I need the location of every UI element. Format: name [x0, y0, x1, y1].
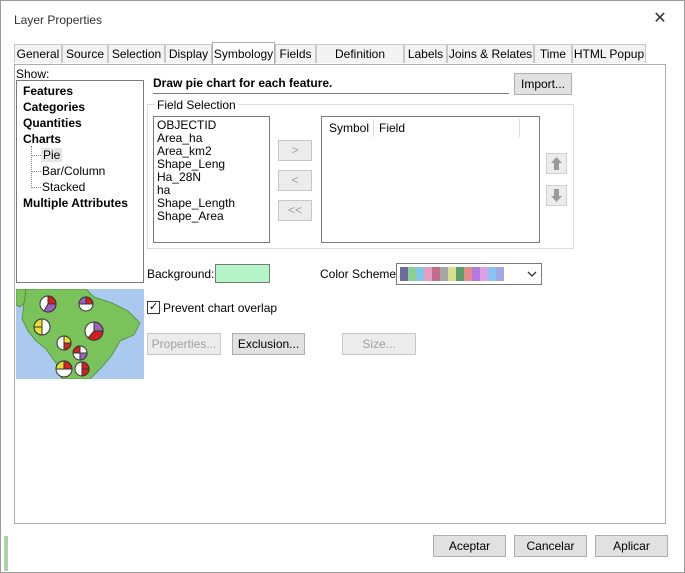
close-icon[interactable]: ✕	[652, 11, 668, 27]
up-arrow-icon[interactable]	[546, 153, 567, 174]
field-item[interactable]: ha	[157, 183, 170, 197]
tree-item-charts[interactable]: Charts	[23, 132, 61, 146]
import-button[interactable]: Import...	[514, 73, 572, 95]
tree-connector	[31, 155, 41, 156]
cancel-button[interactable]: Cancelar	[514, 535, 587, 557]
color-ramp-swatch	[400, 267, 408, 281]
apply-button[interactable]: Aplicar	[595, 535, 668, 557]
tab-display[interactable]: Display	[165, 44, 212, 63]
color-ramp-swatch	[488, 267, 496, 281]
down-arrow-icon[interactable]	[546, 185, 567, 206]
color-ramp-swatch	[408, 267, 416, 281]
tree-item-pie[interactable]: Pie	[41, 148, 63, 162]
tree-item-categories[interactable]: Categories	[23, 100, 85, 114]
color-ramp	[400, 267, 504, 281]
chevron-down-icon	[527, 271, 537, 277]
chart-preview-image	[16, 289, 144, 379]
prevent-overlap-checkbox[interactable]: ✓	[147, 301, 160, 314]
show-label: Show:	[16, 67, 50, 81]
field-item[interactable]: Shape_Length	[157, 196, 235, 210]
color-ramp-swatch	[472, 267, 480, 281]
tab-labels[interactable]: Labels	[404, 44, 447, 63]
prevent-overlap-label: Prevent chart overlap	[163, 301, 278, 315]
background-map-edge	[4, 536, 8, 571]
tree-item-stacked[interactable]: Stacked	[42, 180, 85, 194]
field-item[interactable]: Area_ha	[157, 131, 202, 145]
add-field-button[interactable]: >	[278, 140, 312, 161]
tab-html-popup[interactable]: HTML Popup	[572, 44, 646, 63]
field-list[interactable]: OBJECTID Area_ha Area_km2 Shape_Leng Ha_…	[153, 116, 270, 243]
color-ramp-swatch	[464, 267, 472, 281]
color-scheme-label: Color Scheme:	[320, 267, 400, 281]
field-item[interactable]: Ha_28N	[157, 170, 201, 184]
renderer-description: Draw pie chart for each feature.	[153, 72, 509, 94]
field-item[interactable]: OBJECTID	[157, 118, 216, 132]
color-ramp-swatch	[496, 267, 504, 281]
column-header-field[interactable]: Field	[379, 121, 405, 135]
column-divider	[519, 119, 520, 137]
background-label: Background:	[147, 267, 215, 281]
tree-item-multiple-attributes[interactable]: Multiple Attributes	[23, 196, 128, 210]
tab-symbology[interactable]: Symbology	[212, 42, 275, 64]
tree-connector	[31, 187, 41, 188]
window-title: Layer Properties	[14, 13, 103, 27]
remove-all-fields-button[interactable]: <<	[278, 200, 312, 221]
color-ramp-swatch	[448, 267, 456, 281]
color-scheme-dropdown[interactable]	[396, 263, 542, 285]
color-ramp-swatch	[424, 267, 432, 281]
preview-map-graphic	[16, 289, 141, 379]
field-item[interactable]: Shape_Area	[157, 209, 224, 223]
field-item[interactable]: Area_km2	[157, 144, 212, 158]
tree-item-quantities[interactable]: Quantities	[23, 116, 82, 130]
background-color-swatch[interactable]	[215, 264, 270, 283]
tab-time[interactable]: Time	[534, 44, 572, 63]
show-tree: Features Categories Quantities Charts Pi…	[16, 80, 144, 283]
color-ramp-swatch	[456, 267, 464, 281]
size-button[interactable]: Size...	[342, 333, 416, 355]
remove-field-button[interactable]: <	[278, 170, 312, 191]
tab-joins-relates[interactable]: Joins & Relates	[447, 44, 534, 63]
symbol-field-table[interactable]: Symbol Field	[321, 116, 540, 243]
tab-general[interactable]: General	[14, 44, 62, 63]
color-ramp-swatch	[432, 267, 440, 281]
tree-connector	[31, 146, 33, 188]
properties-button[interactable]: Properties...	[147, 333, 221, 355]
column-header-symbol[interactable]: Symbol	[329, 121, 369, 135]
tree-connector	[31, 171, 41, 172]
field-selection-label: Field Selection	[155, 98, 238, 112]
column-divider	[373, 119, 374, 137]
color-ramp-swatch	[480, 267, 488, 281]
color-ramp-swatch	[416, 267, 424, 281]
exclusion-button[interactable]: Exclusion...	[232, 333, 305, 355]
tree-item-bar-column[interactable]: Bar/Column	[42, 164, 105, 178]
tab-definition-query[interactable]: Definition Query	[316, 44, 404, 80]
tab-fields[interactable]: Fields	[275, 44, 316, 63]
field-item[interactable]: Shape_Leng	[157, 157, 225, 171]
tab-selection[interactable]: Selection	[108, 44, 165, 63]
color-ramp-swatch	[440, 267, 448, 281]
tab-source[interactable]: Source	[62, 44, 108, 63]
ok-button[interactable]: Aceptar	[433, 535, 506, 557]
tree-item-features[interactable]: Features	[23, 84, 73, 98]
